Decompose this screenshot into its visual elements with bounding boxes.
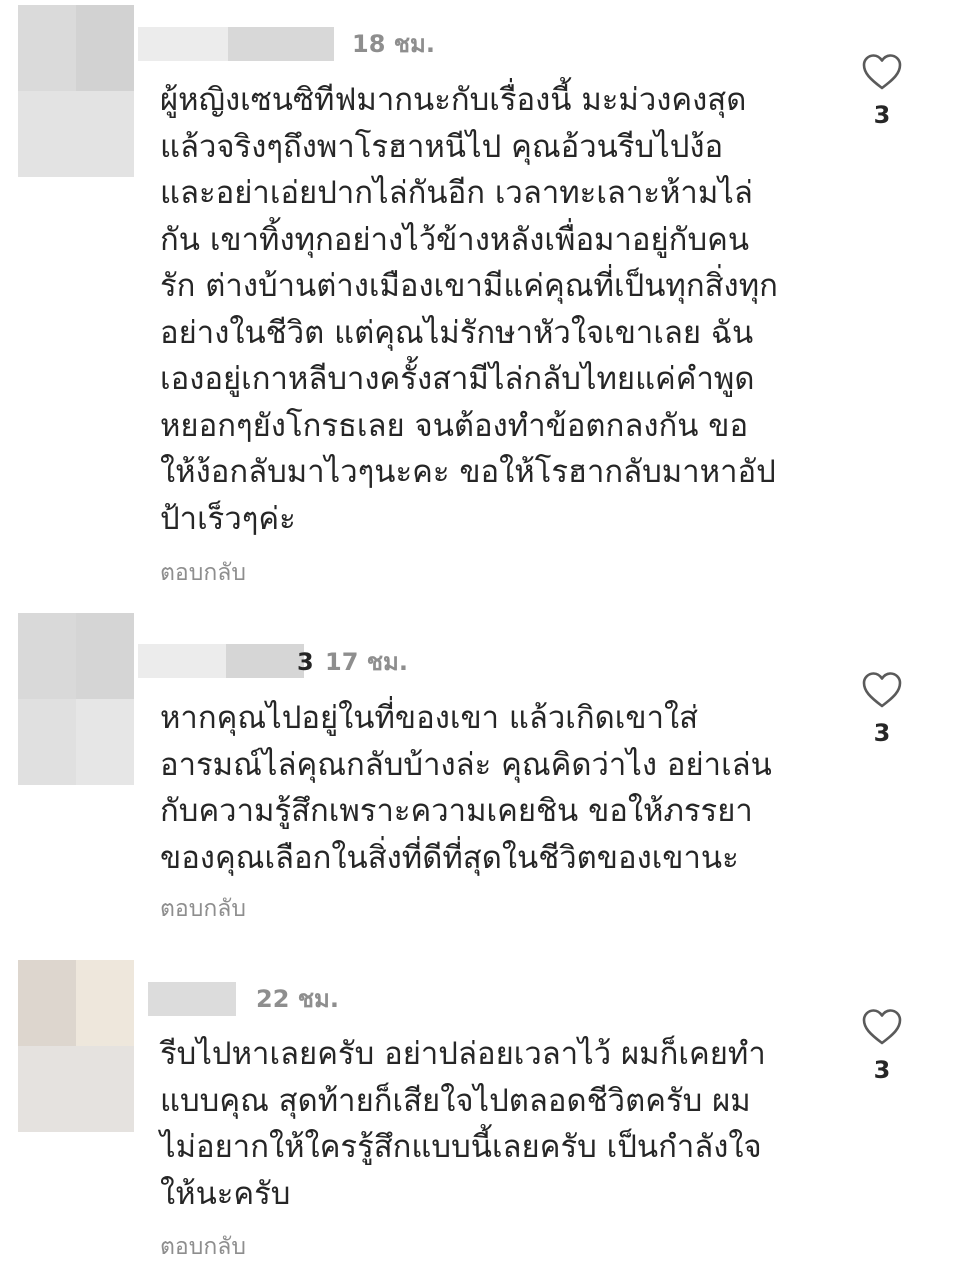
username-redacted[interactable]	[138, 27, 334, 61]
reply-button[interactable]: ตอบกลับ	[160, 558, 246, 588]
username-fragment: 3	[297, 648, 314, 676]
comment-text: หากคุณไปอยู่ในที่ของเขา แล้วเกิดเขาใส่ อ…	[160, 700, 772, 876]
comment-timestamp: 22 ชม.	[256, 985, 339, 1013]
comment-text: รีบไปหาเลยครับ อย่าปล่อยเวลาไว้ ผมก็เคยท…	[160, 1036, 766, 1212]
username-redacted[interactable]	[138, 644, 304, 678]
comment-timestamp: 17 ชม.	[325, 648, 408, 676]
avatar[interactable]	[18, 5, 134, 177]
reply-button[interactable]: ตอบกลับ	[160, 894, 246, 924]
like-count: 3	[873, 1056, 891, 1084]
heart-outline-icon[interactable]	[860, 670, 904, 710]
heart-outline-icon[interactable]	[860, 52, 904, 92]
heart-outline-icon[interactable]	[860, 1007, 904, 1047]
avatar[interactable]	[18, 960, 134, 1132]
reply-button[interactable]: ตอบกลับ	[160, 1232, 246, 1262]
username-redacted[interactable]	[148, 982, 236, 1016]
like-count: 3	[873, 719, 891, 747]
comment-text: ผู้หญิงเซนซิทีฟมากนะกับเรื่องนี้ มะม่วงค…	[160, 82, 778, 537]
like-count: 3	[873, 101, 891, 129]
comment-timestamp: 18 ชม.	[352, 30, 435, 58]
avatar[interactable]	[18, 613, 134, 785]
